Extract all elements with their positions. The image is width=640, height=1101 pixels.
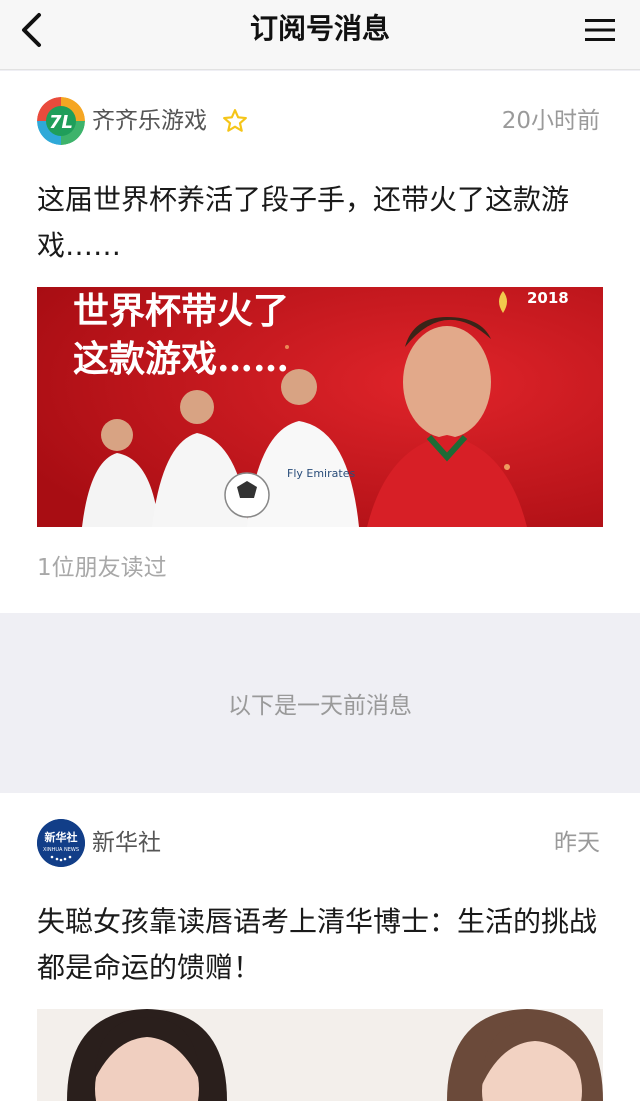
article-thumbnail[interactable]: 世界杯带火了 这款游戏…… 2018 Fly Emirates: [37, 287, 603, 527]
page-title: 订阅号消息: [249, 12, 390, 45]
publisher-name[interactable]: 新华社: [92, 827, 161, 859]
message-time: 昨天: [554, 830, 600, 856]
article-title[interactable]: 这届世界杯养活了段子手，还带火了这款游戏……: [37, 177, 603, 269]
avatar-text: 新华社: [45, 830, 78, 844]
message-card[interactable]: 7L 齐齐乐游戏 20小时前 这届世界杯养活了段子手，还带火了这款游戏…… 世界…: [0, 71, 640, 613]
publisher-avatar[interactable]: 新华社 XINHUA NEWS: [37, 819, 85, 867]
avatar-text: 7L: [49, 112, 73, 133]
nav-bar: 订阅号消息: [0, 0, 640, 70]
older-messages-divider: 以下是一天前消息: [228, 693, 412, 719]
message-time: 20小时前: [501, 108, 600, 134]
menu-button[interactable]: [580, 10, 620, 50]
article-thumbnail[interactable]: [37, 1009, 603, 1101]
banner-headline-2: 这款游戏……: [73, 338, 289, 380]
jersey-text: Fly Emirates: [287, 467, 355, 480]
publisher-avatar[interactable]: 7L: [37, 97, 85, 145]
banner-year: 2018: [527, 289, 569, 307]
publisher-name[interactable]: 齐齐乐游戏: [92, 105, 207, 137]
article-title[interactable]: 失聪女孩靠读唇语考上清华博士：生活的挑战都是命运的馈赠！: [37, 899, 603, 991]
avatar-subtext: XINHUA NEWS: [43, 847, 79, 853]
star-icon: [223, 109, 247, 132]
banner-headline-1: 世界杯带火了: [73, 290, 289, 332]
read-by-friends: 1位朋友读过: [37, 555, 167, 581]
hamburger-menu-icon: [585, 19, 615, 41]
message-card[interactable]: 新华社 XINHUA NEWS 新华社 昨天 失聪女孩靠读唇语考上清华博士：生活…: [0, 793, 640, 1101]
